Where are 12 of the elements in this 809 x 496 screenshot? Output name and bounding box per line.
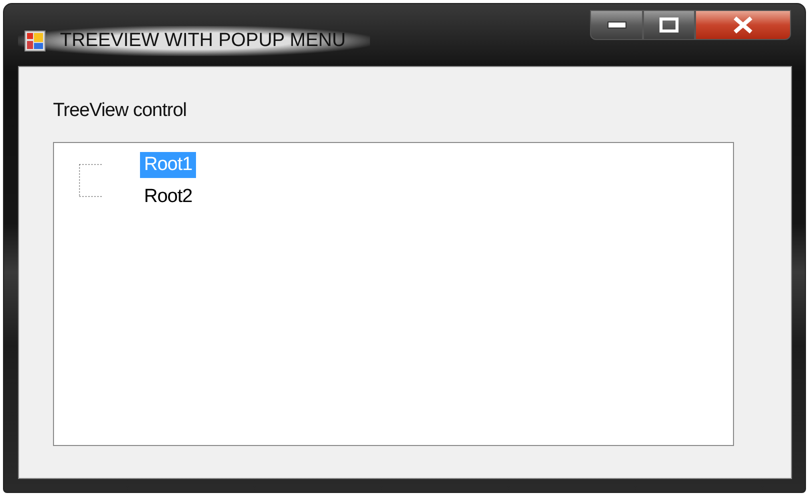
close-button[interactable] [695,10,791,40]
tree-lines-drawing [79,164,102,197]
tree-view[interactable]: Root1 Root2 [53,142,734,446]
window-title: TREEVIEW WITH POPUP MENU [60,30,346,52]
maximize-button[interactable] [643,10,695,40]
close-icon [732,16,754,34]
tree-label: TreeView control [53,100,187,122]
app-icon [24,30,46,52]
tree-node[interactable]: Root2 [140,184,196,210]
maximize-icon [659,17,679,33]
minimize-icon [606,21,626,29]
minimize-button[interactable] [590,10,643,40]
